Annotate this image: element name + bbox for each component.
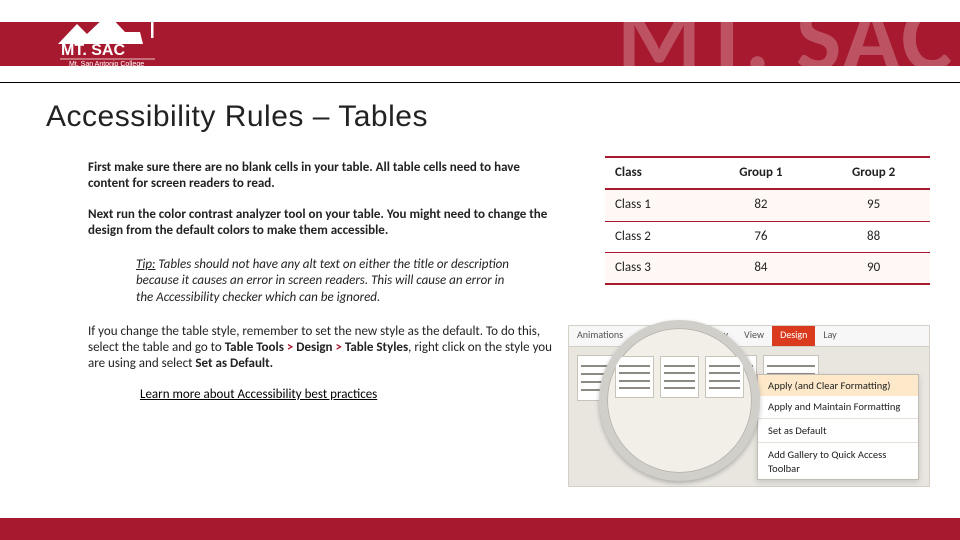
- logo-main-text: MT. SAC: [61, 42, 125, 59]
- college-logo: MT. SAC Mt. San Antonio College: [55, 4, 170, 69]
- menu-item-set-default: Set as Default: [758, 420, 918, 441]
- th-group2: Group 2: [817, 157, 930, 189]
- paragraph-3: If you change the table style, remember …: [88, 324, 558, 373]
- table-row: Class 3 84 90: [605, 252, 930, 284]
- table-header-row: Class Group 1 Group 2: [605, 157, 930, 189]
- table-style-thumb: [660, 356, 699, 398]
- page-title: Accessibility Rules – Tables: [46, 98, 428, 136]
- th-class: Class: [605, 157, 705, 189]
- table-row: Class 2 76 88: [605, 221, 930, 252]
- ppt-tab: View: [736, 326, 772, 346]
- footer-bar: [0, 518, 960, 540]
- ppt-context-menu: Apply (and Clear Formatting) Apply and M…: [757, 374, 919, 480]
- sample-table: Class Group 1 Group 2 Class 1 82 95 Clas…: [605, 156, 930, 285]
- menu-item: Apply (and Clear Formatting): [758, 375, 918, 396]
- paragraph-1: First make sure there are no blank cells…: [88, 160, 558, 193]
- paragraph-2: Next run the color contrast analyzer too…: [88, 207, 558, 240]
- menu-separator: [758, 442, 918, 443]
- th-group1: Group 1: [705, 157, 818, 189]
- table-row: Class 1 82 95: [605, 189, 930, 221]
- logo-sub-text: Mt. San Antonio College: [69, 61, 144, 68]
- header: MT. SAC MT. SAC Mt. San Antonio College: [0, 0, 960, 82]
- watermark-text: MT. SAC: [617, 0, 954, 98]
- menu-separator: [758, 418, 918, 419]
- content-column: First make sure there are no blank cells…: [88, 160, 558, 403]
- tip-lead: Tip:: [136, 257, 155, 272]
- tip-paragraph: Tip: Tables should not have any alt text…: [136, 257, 516, 306]
- ppt-tab: Lay: [815, 326, 844, 346]
- menu-item: Add Gallery to Quick Access Toolbar: [758, 444, 918, 478]
- table-style-thumb: [705, 356, 744, 398]
- header-rule: [0, 82, 960, 83]
- magnifier-icon: [599, 320, 760, 481]
- powerpoint-ribbon-screenshot: Animations Slide Show Review View Design…: [568, 325, 930, 487]
- ppt-tab-design: Design: [772, 326, 815, 346]
- learn-more-link[interactable]: Learn more about Accessibility best prac…: [140, 387, 558, 403]
- tip-body: Tables should not have any alt text on e…: [136, 257, 509, 305]
- table-style-thumb: [615, 356, 654, 398]
- menu-item: Apply and Maintain Formatting: [758, 396, 918, 417]
